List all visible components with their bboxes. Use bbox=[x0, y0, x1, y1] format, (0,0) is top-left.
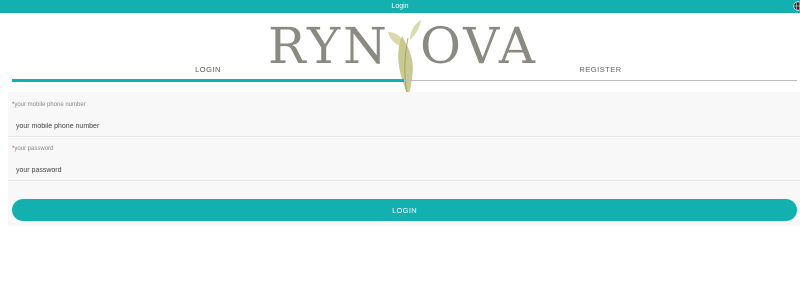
password-label-text: your password bbox=[14, 146, 54, 152]
password-field: *your password bbox=[8, 144, 800, 188]
login-button[interactable]: LOGIN bbox=[12, 199, 797, 221]
password-label: *your password bbox=[12, 146, 53, 152]
tab-active-indicator bbox=[12, 79, 404, 82]
tab-divider bbox=[404, 80, 797, 81]
tab-register[interactable]: REGISTER bbox=[404, 60, 797, 82]
phone-label-text: your mobile phone number bbox=[14, 102, 86, 108]
field-divider bbox=[8, 136, 800, 137]
password-input[interactable] bbox=[8, 160, 800, 180]
phone-field: *your mobile phone number bbox=[8, 100, 800, 144]
phone-label: *your mobile phone number bbox=[12, 102, 86, 108]
auth-tabs: LOGIN REGISTER bbox=[12, 60, 797, 86]
globe-icon[interactable] bbox=[793, 1, 800, 11]
phone-input[interactable] bbox=[8, 116, 800, 136]
field-divider bbox=[8, 180, 800, 181]
